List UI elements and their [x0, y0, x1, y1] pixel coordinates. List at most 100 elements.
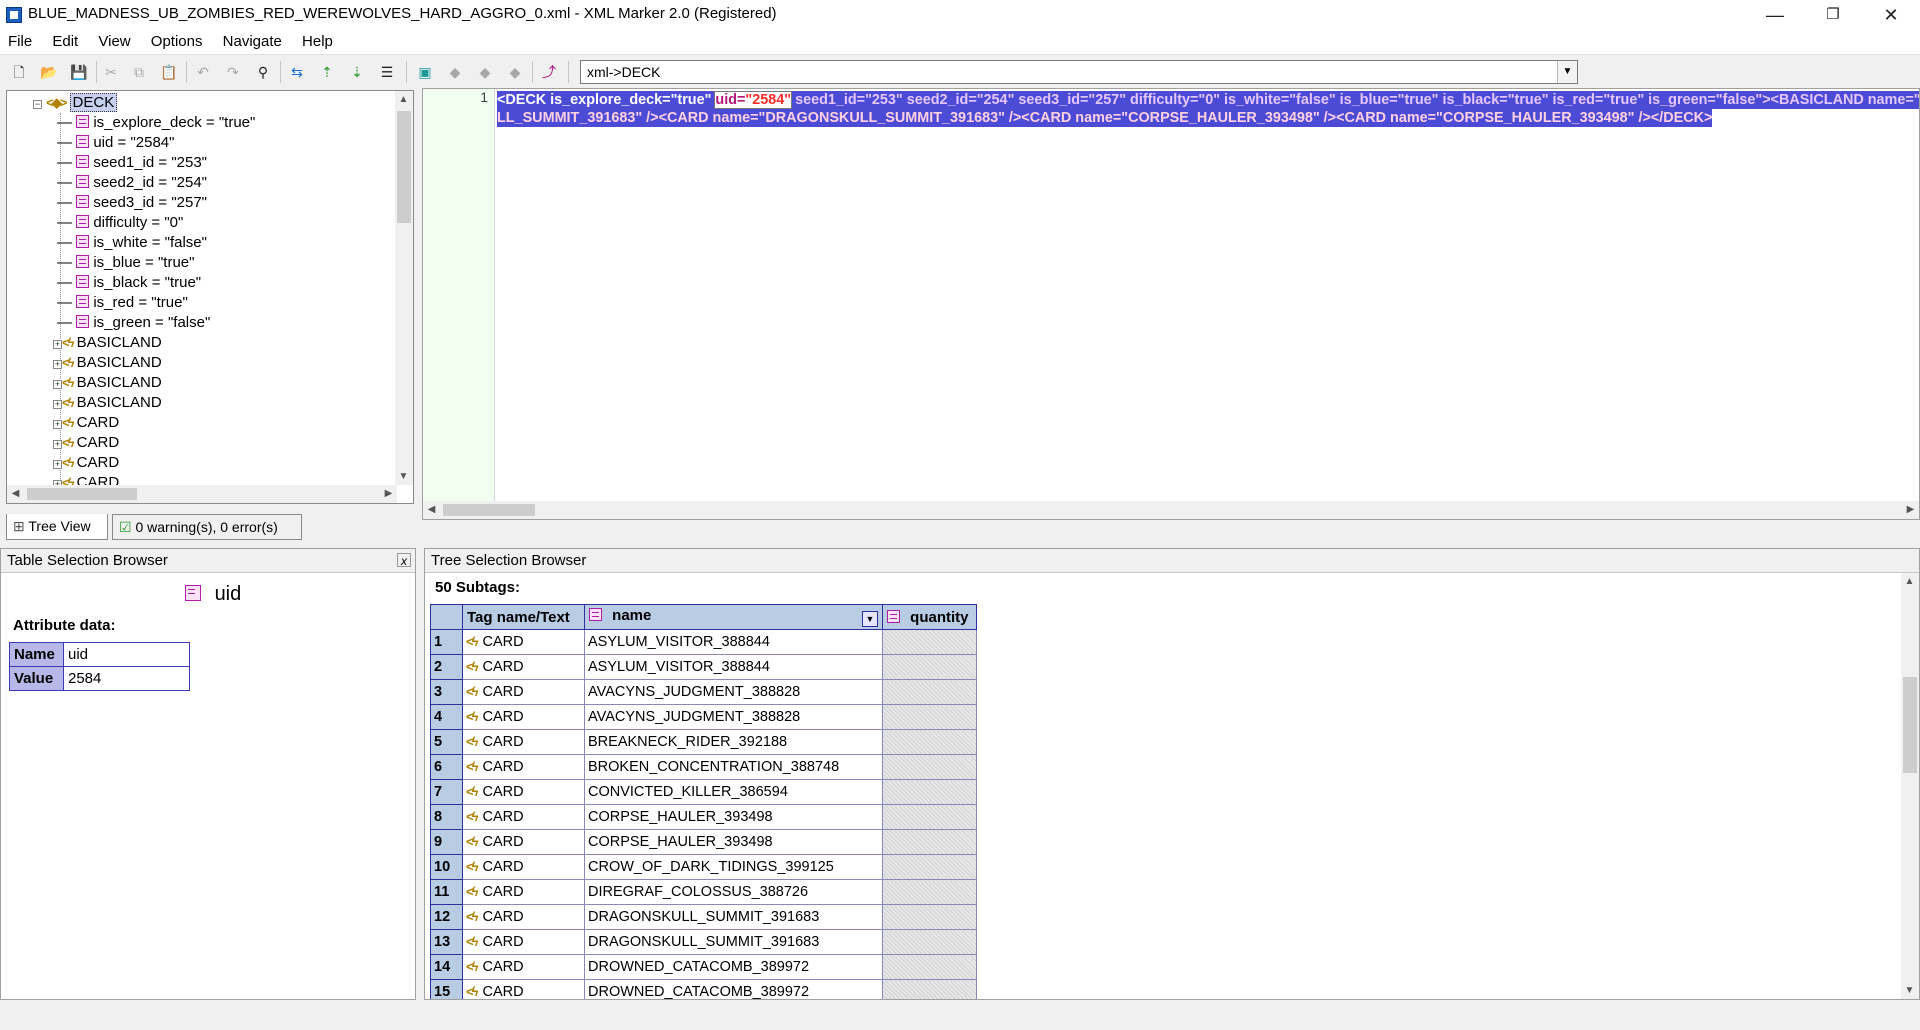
tag-cell[interactable]: <ϟ CARD	[462, 929, 585, 955]
quantity-cell[interactable]	[882, 854, 977, 880]
scroll-thumb[interactable]	[397, 111, 411, 223]
open-folder-icon[interactable]: 📂	[38, 61, 60, 83]
scroll-left-icon[interactable]: ◀	[423, 501, 440, 518]
tag-cell[interactable]: <ϟ CARD	[462, 804, 585, 830]
xml-line-1[interactable]: <DECK is_explore_deck="true" uid="2584" …	[497, 91, 1919, 109]
quantity-cell[interactable]	[882, 954, 977, 980]
table-row[interactable]: 10 <ϟ CARD CROW_OF_DARK_TIDINGS_399125	[430, 854, 977, 880]
table-row[interactable]: 9 <ϟ CARD CORPSE_HAULER_393498	[430, 829, 977, 855]
tag-cell[interactable]: <ϟ CARD	[462, 729, 585, 755]
quantity-cell[interactable]	[882, 779, 977, 805]
quantity-cell[interactable]	[882, 654, 977, 680]
name-cell[interactable]: DROWNED_CATACOMB_389972	[584, 954, 883, 980]
tag-cell[interactable]: <ϟ CARD	[462, 954, 585, 980]
tree-attr[interactable]: — is_black = "true"	[57, 273, 201, 293]
tree-child[interactable]: + <ϟ CARD	[53, 453, 119, 473]
column-header-quantity[interactable]: quantity	[882, 604, 977, 630]
tree-root[interactable]: − <◆> DECK	[33, 93, 118, 113]
name-cell[interactable]: AVACYNS_JUDGMENT_388828	[584, 679, 883, 705]
table-row[interactable]: 6 <ϟ CARD BROKEN_CONCENTRATION_388748	[430, 754, 977, 780]
tree-child[interactable]: + <ϟ BASICLAND	[53, 393, 162, 413]
menu-view[interactable]: View	[90, 30, 138, 54]
name-value[interactable]: uid	[63, 642, 190, 667]
filter-dropdown-icon[interactable]: ▼	[862, 611, 878, 627]
prev-bookmark-icon[interactable]: ◆	[474, 61, 496, 83]
quantity-cell[interactable]	[882, 979, 977, 999]
redo-icon[interactable]: ↷	[222, 61, 244, 83]
tree-child[interactable]: + <ϟ BASICLAND	[53, 353, 162, 373]
bookmark-icon[interactable]: ◆	[444, 61, 466, 83]
xml-editor[interactable]: 1 <DECK is_explore_deck="true" uid="2584…	[422, 88, 1920, 520]
table-row[interactable]: 8 <ϟ CARD CORPSE_HAULER_393498	[430, 804, 977, 830]
close-panel-button[interactable]: x	[397, 553, 411, 568]
xml-line-1-wrap[interactable]: LL_SUMMIT_391683" /><CARD name="DRAGONSK…	[497, 109, 1713, 127]
tree-attr[interactable]: — is_green = "false"	[57, 313, 210, 333]
column-header-tag[interactable]: Tag name/Text	[462, 604, 585, 630]
scroll-right-icon[interactable]: ▶	[1902, 501, 1919, 518]
menu-navigate[interactable]: Navigate	[215, 30, 290, 54]
tree-hscrollbar[interactable]: ◀ ▶	[7, 485, 397, 503]
minimize-button[interactable]: —	[1746, 0, 1804, 30]
cut-icon[interactable]: ✂	[100, 61, 122, 83]
goto-icon[interactable]: ⤴	[538, 61, 560, 83]
move-up-icon[interactable]: ⇡	[316, 61, 338, 83]
tree-child[interactable]: + <ϟ CARD	[53, 433, 119, 453]
collapse-icon[interactable]: −	[33, 100, 42, 109]
new-file-icon[interactable]: 🗋	[8, 61, 30, 83]
chevron-down-icon[interactable]: ▼	[1557, 61, 1577, 83]
table-row[interactable]: 14 <ϟ CARD DROWNED_CATACOMB_389972	[430, 954, 977, 980]
name-cell[interactable]: BROKEN_CONCENTRATION_388748	[584, 754, 883, 780]
name-cell[interactable]: AVACYNS_JUDGMENT_388828	[584, 704, 883, 730]
table-row[interactable]: 13 <ϟ CARD DRAGONSKULL_SUMMIT_391683	[430, 929, 977, 955]
table-row[interactable]: 4 <ϟ CARD AVACYNS_JUDGMENT_388828	[430, 704, 977, 730]
tab-warnings[interactable]: ☑ 0 warning(s), 0 error(s)	[112, 514, 302, 540]
tree-child[interactable]: + <ϟ BASICLAND	[53, 373, 162, 393]
menu-file[interactable]: File	[0, 30, 40, 54]
tree-attr[interactable]: — is_explore_deck = "true"	[57, 113, 255, 133]
save-icon[interactable]: 💾	[68, 61, 90, 83]
name-cell[interactable]: CROW_OF_DARK_TIDINGS_399125	[584, 854, 883, 880]
name-cell[interactable]: CONVICTED_KILLER_386594	[584, 779, 883, 805]
scroll-thumb[interactable]	[443, 504, 535, 516]
scroll-right-icon[interactable]: ▶	[380, 485, 397, 502]
tree-attr[interactable]: — seed2_id = "254"	[57, 173, 207, 193]
tree-attr[interactable]: — is_red = "true"	[57, 293, 188, 313]
table-row[interactable]: 2 <ϟ CARD ASYLUM_VISITOR_388844	[430, 654, 977, 680]
tree-attr[interactable]: — is_white = "false"	[57, 233, 207, 253]
scroll-up-icon[interactable]: ▲	[1901, 573, 1918, 590]
scroll-down-icon[interactable]: ▼	[395, 468, 412, 485]
table-row[interactable]: 5 <ϟ CARD BREAKNECK_RIDER_392188	[430, 729, 977, 755]
name-cell[interactable]: DRAGONSKULL_SUMMIT_391683	[584, 929, 883, 955]
scroll-up-icon[interactable]: ▲	[395, 91, 412, 108]
tag-cell[interactable]: <ϟ CARD	[462, 829, 585, 855]
quantity-cell[interactable]	[882, 904, 977, 930]
quantity-cell[interactable]	[882, 879, 977, 905]
tree-attr[interactable]: — uid = "2584"	[57, 133, 174, 153]
quantity-cell[interactable]	[882, 679, 977, 705]
grid-vscrollbar[interactable]: ▲ ▼	[1901, 573, 1919, 999]
undo-icon[interactable]: ↶	[192, 61, 214, 83]
tab-tree-view[interactable]: ⊞ Tree View	[6, 514, 108, 540]
paste-icon[interactable]: 📋	[158, 61, 180, 83]
sync-tree-icon[interactable]: ⇆	[286, 61, 308, 83]
expand-icon[interactable]: +	[53, 360, 62, 369]
name-cell[interactable]: CORPSE_HAULER_393498	[584, 829, 883, 855]
frame-icon[interactable]: ▣	[414, 61, 436, 83]
expand-icon[interactable]: +	[53, 420, 62, 429]
tree-child[interactable]: + <ϟ BASICLAND	[53, 333, 162, 353]
table-row[interactable]: 7 <ϟ CARD CONVICTED_KILLER_386594	[430, 779, 977, 805]
maximize-button[interactable]: ❐	[1804, 0, 1862, 30]
move-down-icon[interactable]: ⇣	[346, 61, 368, 83]
tag-cell[interactable]: <ϟ CARD	[462, 754, 585, 780]
name-cell[interactable]: DROWNED_CATACOMB_389972	[584, 979, 883, 999]
scroll-thumb[interactable]	[1903, 677, 1917, 773]
tag-cell[interactable]: <ϟ CARD	[462, 854, 585, 880]
menu-edit[interactable]: Edit	[44, 30, 86, 54]
tag-cell[interactable]: <ϟ CARD	[462, 979, 585, 999]
table-row[interactable]: 3 <ϟ CARD AVACYNS_JUDGMENT_388828	[430, 679, 977, 705]
tag-cell[interactable]: <ϟ CARD	[462, 629, 585, 655]
expand-icon[interactable]: +	[53, 340, 62, 349]
scroll-down-icon[interactable]: ▼	[1901, 982, 1918, 999]
quantity-cell[interactable]	[882, 754, 977, 780]
tree-attr[interactable]: — difficulty = "0"	[57, 213, 183, 233]
